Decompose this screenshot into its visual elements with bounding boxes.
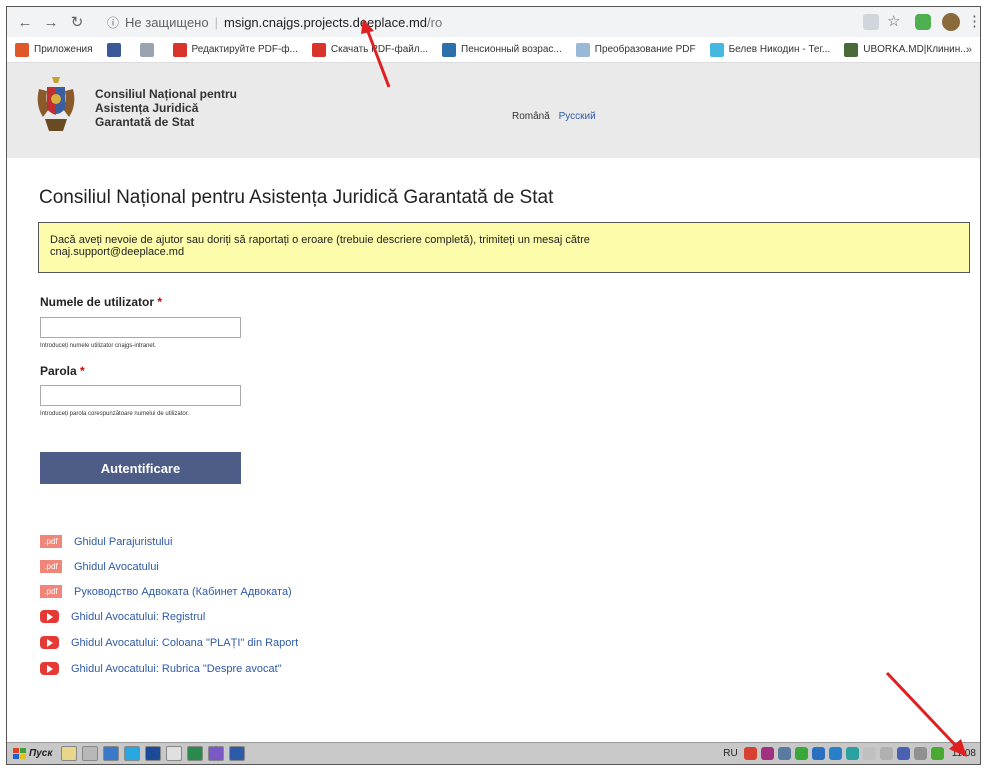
site-header: Consiliul Național pentru Asistența Juri… xyxy=(7,63,980,158)
tray-network-icon[interactable] xyxy=(845,747,859,760)
tray-outlook-icon[interactable] xyxy=(828,747,842,760)
document-icon xyxy=(575,42,590,57)
required-mark: * xyxy=(80,364,85,378)
username-help: Introduceți numele utilizator cnajgs-int… xyxy=(40,343,157,349)
url-host: msign.cnajgs.projects.deeplace.md xyxy=(223,14,428,30)
info-icon[interactable]: ⓘ xyxy=(107,14,119,31)
site-icon xyxy=(844,42,859,57)
outlook-icon[interactable] xyxy=(103,746,120,761)
guide-link[interactable]: .pdf Ghidul Avocatului xyxy=(40,560,159,573)
pdf-icon: .pdf xyxy=(40,560,62,573)
bookmarks-bar: Приложения Редактируйте PDF-ф... Скачать… xyxy=(7,37,980,63)
profile-avatar[interactable] xyxy=(942,13,960,31)
youtube-icon xyxy=(40,662,59,675)
flag-icon[interactable] xyxy=(879,747,893,760)
word-icon[interactable] xyxy=(229,746,246,761)
insecure-label: Не защищено xyxy=(125,14,209,30)
bookmark-item[interactable]: Приложения xyxy=(15,42,93,57)
menu-icon[interactable]: ⋮ xyxy=(967,12,980,30)
youtube-icon xyxy=(40,636,59,649)
windows-logo-icon xyxy=(13,747,26,759)
bookmarks-more-button[interactable]: » xyxy=(966,44,972,56)
address-bar[interactable]: ⓘ Не защищено | msign.cnajgs.projects.de… xyxy=(107,11,867,33)
login-button[interactable]: Autentificare xyxy=(40,452,241,484)
translate-icon[interactable] xyxy=(863,14,879,30)
taskbar-clock[interactable]: 11:08 xyxy=(952,748,976,759)
star-icon[interactable]: ☆ xyxy=(887,12,903,30)
skype-icon[interactable] xyxy=(124,746,141,761)
arrow-left-icon[interactable]: ← xyxy=(15,12,35,32)
youtube-icon xyxy=(40,610,59,623)
windows-taskbar: Пуск RU 11:08 xyxy=(7,742,980,764)
bookmark-item[interactable]: UBORKA.MD|Клинин... xyxy=(844,42,969,57)
pdf-icon xyxy=(172,42,187,57)
bookmark-item[interactable]: Пенсионный возрас... xyxy=(442,42,562,57)
volume-icon[interactable] xyxy=(862,747,876,760)
support-notice: Dacă aveți nevoie de ajutor sau doriți s… xyxy=(38,222,970,273)
page-title: Consiliul Național pentru Asistența Juri… xyxy=(39,187,554,208)
system-tray: RU 11:08 xyxy=(723,745,976,762)
username-input[interactable] xyxy=(40,317,241,338)
tray-green-icon[interactable] xyxy=(794,747,808,760)
url-separator: | xyxy=(214,14,218,30)
facebook-icon xyxy=(106,42,121,57)
screenshot-frame: ← → ↻ ⓘ Не защищено | msign.cnajgs.proje… xyxy=(6,6,981,765)
reload-icon[interactable]: ↻ xyxy=(67,12,87,32)
extension-icon[interactable] xyxy=(915,14,931,30)
page-icon xyxy=(139,42,154,57)
bookmark-item[interactable] xyxy=(139,42,159,57)
coat-of-arms-icon xyxy=(37,77,75,131)
pdf-icon: .pdf xyxy=(40,585,62,598)
bookmark-item[interactable]: Скачать PDF-файл... xyxy=(311,42,428,57)
bookmark-item[interactable]: Белев Никодин - Тег... xyxy=(709,42,830,57)
apps-icon xyxy=(15,42,29,57)
bookmark-item[interactable]: Редактируйте PDF-ф... xyxy=(172,42,298,57)
tray-keyboard-icon[interactable] xyxy=(913,747,927,760)
tray-app-icon[interactable] xyxy=(777,747,791,760)
excel-icon[interactable] xyxy=(187,746,204,761)
required-mark: * xyxy=(157,295,163,309)
pdf-icon xyxy=(311,42,326,57)
password-input[interactable] xyxy=(40,385,241,406)
tray-leaf-icon[interactable] xyxy=(930,747,944,760)
start-button[interactable]: Пуск xyxy=(9,745,56,763)
organization-name: Consiliul Național pentru Asistența Juri… xyxy=(95,87,238,129)
arrow-right-icon[interactable]: → xyxy=(41,12,61,32)
chrome-icon[interactable] xyxy=(166,746,183,761)
video-link[interactable]: Ghidul Avocatului: Coloana "PLAȚI" din R… xyxy=(40,636,298,649)
tray-mail-icon[interactable] xyxy=(811,747,825,760)
browser-toolbar: ← → ↻ ⓘ Не защищено | msign.cnajgs.proje… xyxy=(7,7,980,37)
video-link[interactable]: Ghidul Avocatului: Registrul xyxy=(40,610,205,623)
language-russian-link[interactable]: Русский xyxy=(559,111,596,122)
language-switcher: Română Русский xyxy=(512,111,596,122)
language-romanian: Română xyxy=(512,111,550,122)
url-path: /ro xyxy=(427,14,443,30)
folder-icon[interactable] xyxy=(61,746,78,761)
support-email: cnaj.support@deeplace.md xyxy=(50,246,185,258)
app-icon[interactable] xyxy=(145,746,162,761)
video-link[interactable]: Ghidul Avocatului: Rubrica "Despre avoca… xyxy=(40,662,282,675)
printer-icon[interactable] xyxy=(82,746,99,761)
bookmark-item[interactable]: Преобразование PDF xyxy=(575,42,696,57)
pdf-icon: .pdf xyxy=(40,535,62,548)
viber-icon[interactable] xyxy=(208,746,225,761)
keyboard-language[interactable]: RU xyxy=(723,748,737,759)
guide-link[interactable]: .pdf Руководство Адвоката (Кабинет Адвок… xyxy=(40,585,292,598)
site-icon xyxy=(442,42,457,57)
bookmark-item[interactable] xyxy=(106,42,126,57)
tray-chrome-icon[interactable] xyxy=(743,747,757,760)
password-help: Introduceți parola corespunzătoare numel… xyxy=(40,411,190,417)
tray-pen-icon[interactable] xyxy=(760,747,774,760)
tray-clock-app-icon[interactable] xyxy=(896,747,910,760)
bird-icon xyxy=(709,42,724,57)
password-label: Parola * xyxy=(40,364,85,378)
guide-link[interactable]: .pdf Ghidul Parajuristului xyxy=(40,535,172,548)
username-label: Numele de utilizator * xyxy=(40,295,163,309)
